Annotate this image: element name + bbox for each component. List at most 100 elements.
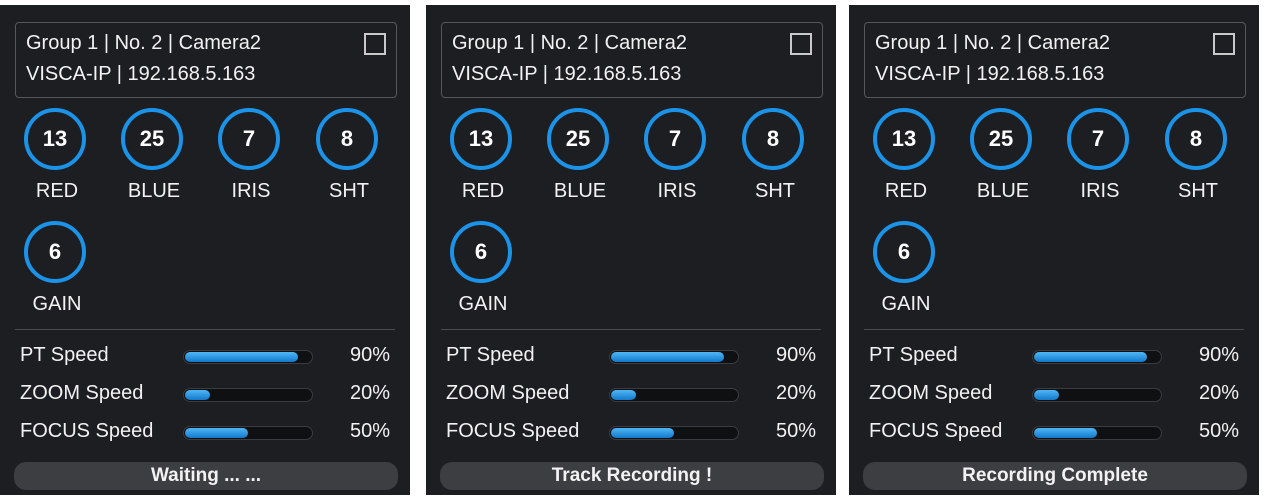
zoom-speed-value: 20% xyxy=(349,382,390,404)
knob-iris[interactable]: 7 IRIS xyxy=(1055,108,1145,208)
focus-speed-label: FOCUS Speed xyxy=(446,420,580,442)
pt-speed-label: PT Speed xyxy=(869,344,958,366)
focus-speed-row: FOCUS Speed 50% xyxy=(849,417,1259,447)
focus-speed-value: 50% xyxy=(349,420,390,442)
knob-red-label: RED xyxy=(461,180,505,202)
knob-iris[interactable]: 7 IRIS xyxy=(632,108,722,208)
knob-red-value[interactable]: 13 xyxy=(873,108,935,170)
camera-group-label: Group 1 | No. 2 | Camera2 xyxy=(26,32,261,54)
zoom-speed-fill xyxy=(185,390,210,400)
camera-protocol-address: VISCA-IP | 192.168.5.163 xyxy=(26,63,256,85)
pt-speed-slider[interactable] xyxy=(609,350,739,364)
focus-speed-label: FOCUS Speed xyxy=(869,420,1003,442)
knob-red-value[interactable]: 13 xyxy=(24,108,86,170)
zoom-speed-label: ZOOM Speed xyxy=(20,382,144,404)
zoom-speed-row: ZOOM Speed 20% xyxy=(849,379,1259,409)
knob-iris-label: IRIS xyxy=(657,180,697,202)
knob-sht-label: SHT xyxy=(1178,180,1218,202)
knob-blue-value[interactable]: 25 xyxy=(547,108,609,170)
camera-info-box: Group 1 | No. 2 | Camera2 VISCA-IP | 192… xyxy=(864,22,1246,98)
camera-select-checkbox[interactable] xyxy=(364,33,386,55)
knob-sht-label: SHT xyxy=(755,180,795,202)
knob-blue-value[interactable]: 25 xyxy=(970,108,1032,170)
camera-info-box: Group 1 | No. 2 | Camera2 VISCA-IP | 192… xyxy=(441,22,823,98)
focus-speed-slider[interactable] xyxy=(183,426,313,440)
zoom-speed-value: 20% xyxy=(775,382,816,404)
knob-blue[interactable]: 25 BLUE xyxy=(958,108,1048,208)
pt-speed-label: PT Speed xyxy=(20,344,109,366)
knob-sht-value[interactable]: 8 xyxy=(316,108,378,170)
zoom-speed-fill xyxy=(1034,390,1059,400)
knob-sht-value[interactable]: 8 xyxy=(742,108,804,170)
pt-speed-fill xyxy=(1034,352,1147,362)
pt-speed-value: 90% xyxy=(349,344,390,366)
knob-gain-value[interactable]: 6 xyxy=(450,221,512,283)
status-bar: Track Recording ! xyxy=(440,462,824,490)
knob-iris[interactable]: 7 IRIS xyxy=(206,108,296,208)
divider xyxy=(441,329,821,330)
zoom-speed-slider[interactable] xyxy=(1032,388,1162,402)
zoom-speed-label: ZOOM Speed xyxy=(446,382,570,404)
focus-speed-label: FOCUS Speed xyxy=(20,420,154,442)
knob-red-value[interactable]: 13 xyxy=(450,108,512,170)
camera-panel: Group 1 | No. 2 | Camera2 VISCA-IP | 192… xyxy=(426,5,836,495)
knob-iris-value[interactable]: 7 xyxy=(644,108,706,170)
knob-red[interactable]: 13 RED xyxy=(438,108,528,208)
focus-speed-value: 50% xyxy=(1198,420,1239,442)
knob-sht-value[interactable]: 8 xyxy=(1165,108,1227,170)
pt-speed-value: 90% xyxy=(775,344,816,366)
focus-speed-fill xyxy=(611,428,674,438)
knob-sht[interactable]: 8 SHT xyxy=(730,108,820,208)
knob-blue[interactable]: 25 BLUE xyxy=(535,108,625,208)
pt-speed-fill xyxy=(185,352,298,362)
knob-blue-label: BLUE xyxy=(127,180,181,202)
knob-gain[interactable]: 6 GAIN xyxy=(12,221,102,321)
knob-gain-label: GAIN xyxy=(458,293,508,315)
knob-gain[interactable]: 6 GAIN xyxy=(438,221,528,321)
knob-red-label: RED xyxy=(884,180,928,202)
pt-speed-row: PT Speed 90% xyxy=(0,341,410,371)
knob-red-label: RED xyxy=(35,180,79,202)
pt-speed-label: PT Speed xyxy=(446,344,535,366)
knob-iris-value[interactable]: 7 xyxy=(218,108,280,170)
pt-speed-slider[interactable] xyxy=(1032,350,1162,364)
pt-speed-value: 90% xyxy=(1198,344,1239,366)
zoom-speed-slider[interactable] xyxy=(609,388,739,402)
camera-select-checkbox[interactable] xyxy=(1213,33,1235,55)
knob-sht-label: SHT xyxy=(329,180,369,202)
focus-speed-fill xyxy=(1034,428,1097,438)
pt-speed-fill xyxy=(611,352,724,362)
focus-speed-row: FOCUS Speed 50% xyxy=(426,417,836,447)
knob-blue-label: BLUE xyxy=(976,180,1030,202)
knob-blue-value[interactable]: 25 xyxy=(121,108,183,170)
camera-panel: Group 1 | No. 2 | Camera2 VISCA-IP | 192… xyxy=(0,5,410,495)
zoom-speed-row: ZOOM Speed 20% xyxy=(426,379,836,409)
pt-speed-row: PT Speed 90% xyxy=(849,341,1259,371)
knob-sht[interactable]: 8 SHT xyxy=(1153,108,1243,208)
status-bar: Recording Complete xyxy=(863,462,1247,490)
knob-blue[interactable]: 25 BLUE xyxy=(109,108,199,208)
pt-speed-slider[interactable] xyxy=(183,350,313,364)
camera-protocol-address: VISCA-IP | 192.168.5.163 xyxy=(875,63,1105,85)
knob-blue-label: BLUE xyxy=(553,180,607,202)
knob-sht[interactable]: 8 SHT xyxy=(304,108,394,208)
status-bar: Waiting ... ... xyxy=(14,462,398,490)
zoom-speed-fill xyxy=(611,390,636,400)
focus-speed-slider[interactable] xyxy=(609,426,739,440)
zoom-speed-slider[interactable] xyxy=(183,388,313,402)
pt-speed-row: PT Speed 90% xyxy=(426,341,836,371)
knob-gain[interactable]: 6 GAIN xyxy=(861,221,951,321)
zoom-speed-label: ZOOM Speed xyxy=(869,382,993,404)
knob-gain-value[interactable]: 6 xyxy=(873,221,935,283)
camera-select-checkbox[interactable] xyxy=(790,33,812,55)
knob-gain-value[interactable]: 6 xyxy=(24,221,86,283)
camera-protocol-address: VISCA-IP | 192.168.5.163 xyxy=(452,63,682,85)
zoom-speed-value: 20% xyxy=(1198,382,1239,404)
knob-red[interactable]: 13 RED xyxy=(861,108,951,208)
focus-speed-fill xyxy=(185,428,248,438)
camera-panel: Group 1 | No. 2 | Camera2 VISCA-IP | 192… xyxy=(849,5,1259,495)
divider xyxy=(15,329,395,330)
knob-red[interactable]: 13 RED xyxy=(12,108,102,208)
focus-speed-slider[interactable] xyxy=(1032,426,1162,440)
knob-iris-value[interactable]: 7 xyxy=(1067,108,1129,170)
